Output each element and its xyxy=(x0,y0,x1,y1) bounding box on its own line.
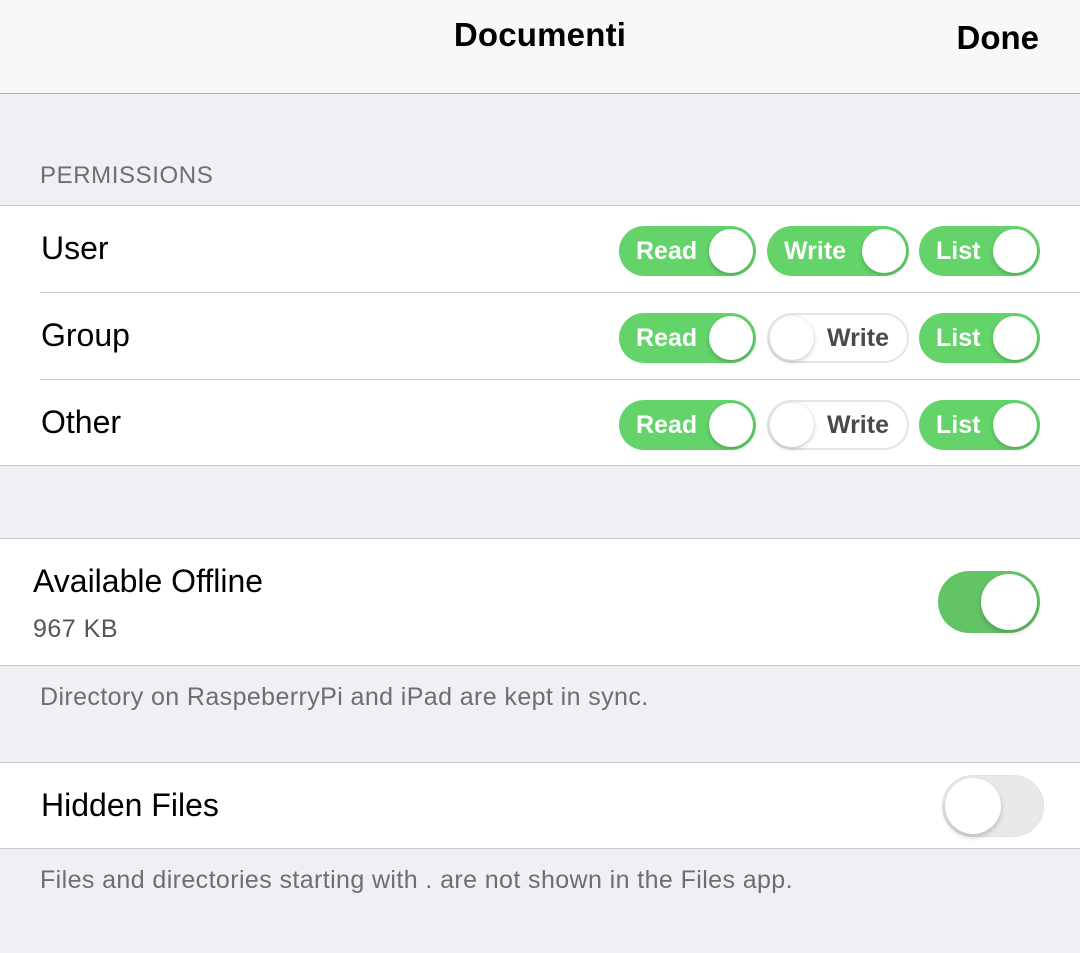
group-read-toggle[interactable]: Read xyxy=(619,313,756,363)
hidden-files-switch[interactable] xyxy=(942,775,1044,837)
toggle-label: List xyxy=(936,237,981,265)
page-title: Documenti xyxy=(453,16,627,53)
row-label-user: User xyxy=(41,230,109,266)
toggle-knob xyxy=(862,229,906,273)
toggle-label: List xyxy=(936,411,981,439)
other-list-toggle[interactable]: List xyxy=(919,400,1040,450)
toggle-knob xyxy=(709,316,753,360)
navigation-bar: Documenti Done xyxy=(0,0,1080,94)
toggle-knob xyxy=(993,403,1037,447)
toggle-knob xyxy=(709,229,753,273)
row-label-other: Other xyxy=(41,404,122,440)
user-write-toggle[interactable]: Write xyxy=(767,226,909,276)
toggle-label: Read xyxy=(636,324,698,352)
toggle-knob xyxy=(709,403,753,447)
toggle-label: List xyxy=(936,324,981,352)
other-write-toggle[interactable]: Write xyxy=(767,400,909,450)
available-offline-switch[interactable] xyxy=(938,571,1040,633)
toggle-label: Write xyxy=(826,324,889,352)
permission-row-group: Group Read Write List xyxy=(0,293,1080,380)
toggle-knob xyxy=(993,229,1037,273)
hidden-files-label: Hidden Files xyxy=(41,787,219,823)
permission-row-user: User Read Write List xyxy=(0,206,1080,293)
toggle-label: Write xyxy=(784,237,847,265)
offline-group: Available Offline 967 KB xyxy=(0,538,1080,666)
permissions-group: User Read Write List Group Read Write Li… xyxy=(0,205,1080,466)
toggle-knob xyxy=(993,316,1037,360)
toggle-label: Read xyxy=(636,411,698,439)
offline-size-value: 967 KB xyxy=(33,615,119,643)
offline-footer-note: Directory on RaspeberryPi and iPad are k… xyxy=(40,683,649,711)
switch-knob xyxy=(945,778,1001,834)
hidden-files-group: Hidden Files xyxy=(0,762,1080,849)
user-read-toggle[interactable]: Read xyxy=(619,226,756,276)
user-list-toggle[interactable]: List xyxy=(919,226,1040,276)
toggle-label: Read xyxy=(636,237,698,265)
permission-row-other: Other Read Write List xyxy=(0,380,1080,467)
done-button[interactable]: Done xyxy=(957,19,1040,57)
toggle-knob xyxy=(770,403,814,447)
switch-knob xyxy=(981,574,1037,630)
permissions-section-header: PERMISSIONS xyxy=(40,162,214,189)
available-offline-label: Available Offline xyxy=(33,563,264,599)
toggle-knob xyxy=(770,316,814,360)
row-label-group: Group xyxy=(41,317,130,353)
toggle-label: Write xyxy=(826,411,889,439)
hidden-files-footer-note: Files and directories starting with . ar… xyxy=(40,866,793,894)
group-list-toggle[interactable]: List xyxy=(919,313,1040,363)
group-write-toggle[interactable]: Write xyxy=(767,313,909,363)
other-read-toggle[interactable]: Read xyxy=(619,400,756,450)
